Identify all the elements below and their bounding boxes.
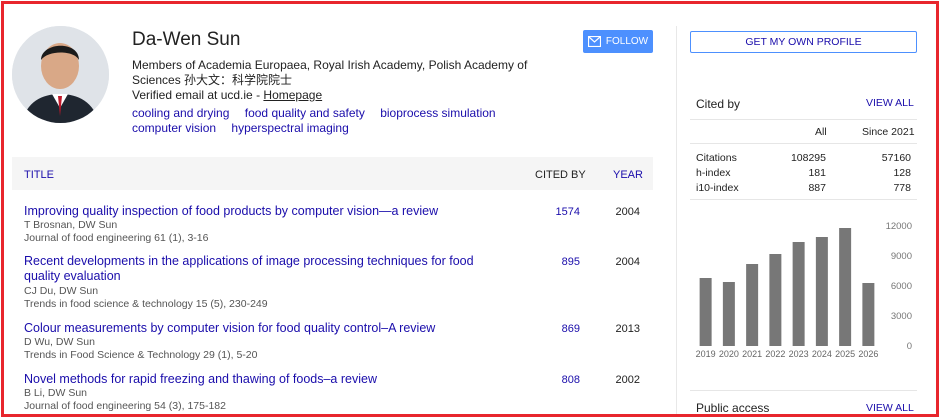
avatar-portrait-icon: [12, 26, 109, 123]
citations-per-year-chart: 2019 2020 2021 2022 2023 2024 2025 2026 12000 900…: [696, 221, 912, 359]
article-year: 2004: [615, 256, 640, 268]
interest-link[interactable]: cooling and drying: [132, 106, 229, 120]
divider: [690, 119, 917, 120]
article-cited-count[interactable]: 895: [532, 256, 580, 268]
stats-col-since: Since 2021: [862, 126, 915, 138]
article-year: 2013: [615, 323, 640, 335]
chart-bar-2020[interactable]: [722, 282, 735, 346]
interest-link[interactable]: food quality and safety: [245, 106, 365, 120]
avatar: [12, 26, 109, 123]
chart-bar-2026[interactable]: [862, 283, 875, 346]
chart-x-tick-label: 2022: [765, 349, 785, 359]
article-year: 2002: [615, 374, 640, 386]
profile-email: Verified email at ucd.ie - Homepage: [132, 88, 322, 102]
stat-all: 887: [808, 182, 826, 194]
stat-label: i10-index: [696, 182, 739, 194]
divider: [690, 199, 917, 200]
article-journal: Trends in Food Science & Technology 29 (…: [24, 349, 258, 361]
interest-link[interactable]: computer vision: [132, 121, 216, 135]
chart-x-tick-label: 2019: [696, 349, 716, 359]
chart-bar-2024[interactable]: [815, 237, 828, 346]
article-title-link[interactable]: Improving quality inspection of food pro…: [24, 204, 504, 219]
article-cited-count[interactable]: 808: [532, 374, 580, 386]
profile-name: Da-Wen Sun: [132, 29, 241, 50]
chart-bar-2021[interactable]: [746, 264, 759, 346]
article-title-link[interactable]: Recent developments in the applications …: [24, 254, 504, 284]
stat-since: 128: [893, 167, 911, 179]
column-divider: [676, 26, 677, 414]
chart-y-tick-label: 0: [907, 341, 912, 352]
stats-col-all: All: [815, 126, 827, 138]
sort-by-year[interactable]: YEAR: [613, 169, 643, 181]
email-text: Verified email at ucd.ie -: [132, 88, 264, 102]
cited-by-column-header[interactable]: CITED BY: [535, 169, 586, 181]
envelope-icon: [587, 36, 601, 47]
chart-x-tick-label: 2026: [858, 349, 878, 359]
article-year: 2004: [615, 206, 640, 218]
stat-since: 57160: [881, 152, 911, 164]
article-journal: Trends in food science & technology 15 (…: [24, 298, 268, 310]
article-cited-count[interactable]: 869: [532, 323, 580, 335]
chart-y-tick-label: 6000: [891, 281, 912, 292]
stat-all: 108295: [790, 152, 826, 164]
get-my-own-profile-button[interactable]: GET MY OWN PROFILE: [690, 31, 917, 53]
article-journal: Journal of food engineering 54 (3), 175-…: [24, 400, 226, 412]
chart-bar-2022[interactable]: [769, 254, 782, 346]
chart-y-tick-label: 12000: [886, 221, 912, 232]
articles-table-header: TITLE CITED BY YEAR: [12, 157, 653, 190]
stat-all: 181: [808, 167, 826, 179]
article-title-link[interactable]: Colour measurements by computer vision f…: [24, 321, 504, 336]
follow-label: FOLLOW: [605, 36, 649, 47]
article-cited-count[interactable]: 1574: [532, 206, 580, 218]
chart-y-tick-label: 3000: [891, 311, 912, 322]
chart-x-tick-label: 2023: [789, 349, 809, 359]
chart-x-tick-label: 2024: [812, 349, 832, 359]
homepage-link[interactable]: Homepage: [263, 88, 322, 102]
research-interests: cooling and drying food quality and safe…: [132, 106, 602, 136]
follow-button[interactable]: FOLLOW: [583, 30, 653, 53]
stat-since: 778: [893, 182, 911, 194]
chart-bar-2025[interactable]: [839, 228, 852, 346]
sort-by-title[interactable]: TITLE: [24, 169, 54, 181]
public-access-view-all-link[interactable]: VIEW ALL: [866, 402, 914, 414]
divider: [690, 390, 917, 391]
article-authors: D Wu, DW Sun: [24, 336, 95, 348]
chart-x-tick-label: 2025: [835, 349, 855, 359]
profile-affiliation: Members of Academia Europaea, Royal Iris…: [132, 58, 528, 87]
stat-label: h-index: [696, 167, 731, 179]
cited-by-heading: Cited by: [696, 97, 741, 111]
article-authors: B Li, DW Sun: [24, 387, 88, 399]
chart-bar-2023[interactable]: [792, 242, 805, 346]
cited-by-view-all-link[interactable]: VIEW ALL: [866, 97, 914, 109]
article-authors: T Brosnan, DW Sun: [24, 219, 118, 231]
chart-y-tick-label: 9000: [891, 251, 912, 262]
screenshot-frame: Da-Wen Sun Members of Academia Europaea,…: [1, 1, 939, 417]
chart-bar-2019[interactable]: [699, 278, 712, 346]
chart-x-tick-label: 2020: [719, 349, 739, 359]
interest-link[interactable]: hyperspectral imaging: [231, 121, 348, 135]
stat-label: Citations: [696, 152, 737, 164]
divider: [690, 143, 917, 144]
article-authors: CJ Du, DW Sun: [24, 285, 99, 297]
public-access-heading: Public access: [696, 401, 770, 415]
article-journal: Journal of food engineering 61 (1), 3-16: [24, 232, 209, 244]
interest-link[interactable]: bioprocess simulation: [380, 106, 495, 120]
chart-x-tick-label: 2021: [742, 349, 762, 359]
article-title-link[interactable]: Novel methods for rapid freezing and tha…: [24, 372, 504, 387]
